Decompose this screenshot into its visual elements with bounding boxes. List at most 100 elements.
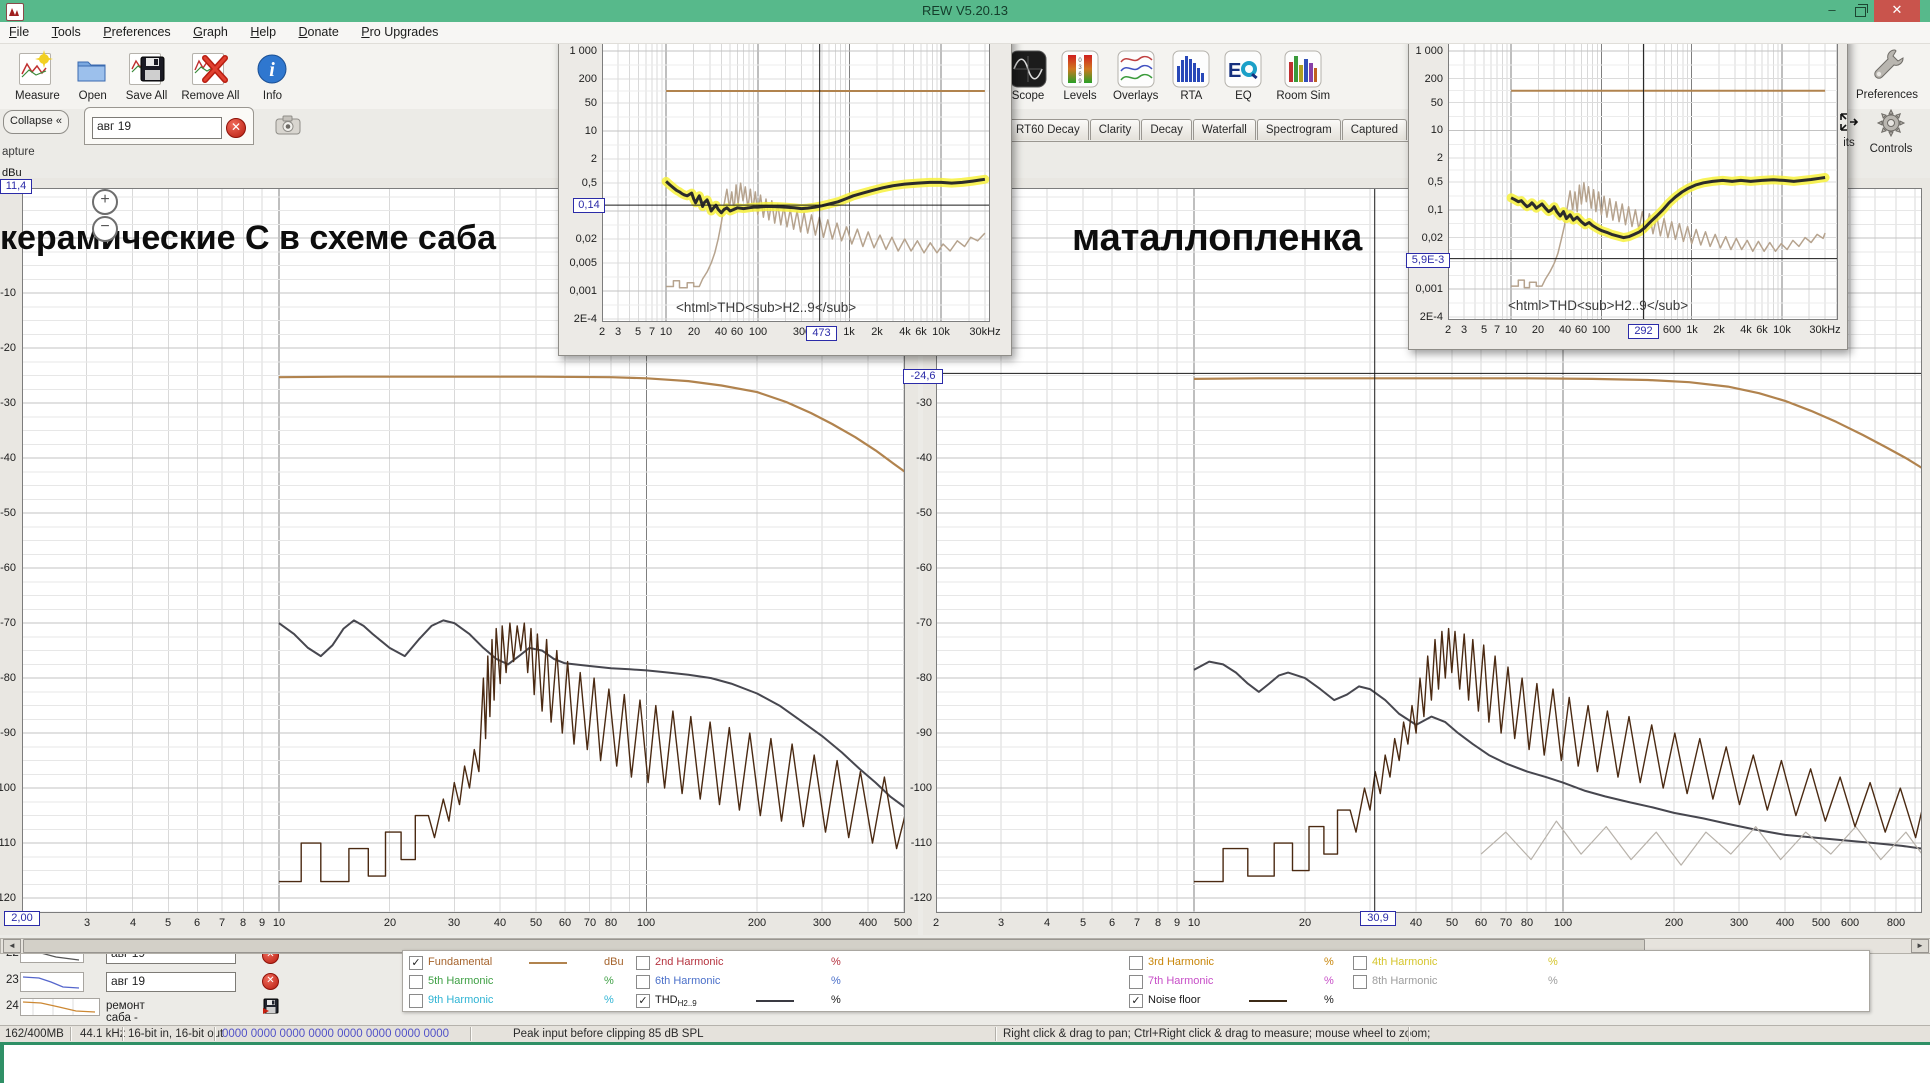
measurement-thumbnail bbox=[20, 998, 100, 1016]
rta-button[interactable]: RTA bbox=[1172, 50, 1210, 102]
x-tick-label: 300 bbox=[1730, 917, 1748, 929]
thd-checkbox[interactable]: ✓ bbox=[636, 994, 650, 1008]
5th-harmonic-checkbox[interactable] bbox=[409, 975, 423, 989]
limits-button[interactable]: its bbox=[1838, 112, 1860, 149]
room-sim-button[interactable]: Room Sim bbox=[1276, 50, 1330, 102]
menu-donate[interactable]: Donate bbox=[299, 25, 339, 39]
fundamental-checkbox[interactable]: ✓ bbox=[409, 956, 423, 970]
limits-label: its bbox=[1838, 137, 1860, 149]
rta-icon bbox=[1172, 50, 1210, 88]
x-tick-label: 8 bbox=[1155, 917, 1161, 929]
toolbar-left: Measure Open Save All Remove All i Info bbox=[8, 46, 298, 102]
open-button[interactable]: Open bbox=[74, 50, 112, 102]
y-tick-label: -60 bbox=[916, 562, 932, 574]
x-tick-label: 1k bbox=[843, 326, 855, 338]
controls-button[interactable]: Controls bbox=[1862, 108, 1920, 155]
controls-label: Controls bbox=[1862, 143, 1920, 155]
info-button[interactable]: i Info bbox=[253, 50, 291, 102]
menu-file[interactable]: File bbox=[9, 25, 29, 39]
menu-help[interactable]: Help bbox=[250, 25, 276, 39]
2nd-harmonic-checkbox[interactable] bbox=[636, 956, 650, 970]
window-title: REW V5.20.13 bbox=[0, 3, 1930, 18]
measurement-name-input[interactable]: авг 19 bbox=[92, 117, 222, 139]
measurement-number: 23 bbox=[6, 974, 19, 986]
x-tick-label: 6 bbox=[1109, 917, 1115, 929]
measure-button[interactable]: Measure bbox=[15, 50, 60, 102]
thd-right-y-cursor-readout: 5,9E-3 bbox=[1406, 253, 1450, 268]
scope-button[interactable]: Scope bbox=[1009, 50, 1047, 102]
legend-line-sample bbox=[756, 1000, 794, 1002]
scroll-left-button[interactable]: ◄ bbox=[3, 939, 21, 953]
thd-right-plot[interactable] bbox=[1448, 42, 1838, 320]
x-tick-label: 10k bbox=[932, 326, 950, 338]
y-tick-label: -30 bbox=[916, 397, 932, 409]
6th-harmonic-checkbox[interactable] bbox=[636, 975, 650, 989]
menu-graph[interactable]: Graph bbox=[193, 25, 228, 39]
y-tick-label: -60 bbox=[0, 562, 16, 574]
minimize-button[interactable]: – bbox=[1818, 0, 1846, 22]
y-tick-label: 0,5 bbox=[1428, 176, 1443, 188]
gear-icon bbox=[1876, 108, 1906, 138]
x-tick-label: 20 bbox=[1532, 324, 1544, 336]
remove-all-button[interactable]: Remove All bbox=[181, 50, 239, 102]
y-tick-label: -50 bbox=[0, 507, 16, 519]
levels-button[interactable]: 0369 Levels bbox=[1061, 50, 1099, 102]
spl-left-x-axis: 34567891020304050607080100200300400500 bbox=[22, 917, 905, 931]
y-tick-label: 0,001 bbox=[569, 285, 597, 297]
preferences-button[interactable]: Preferences bbox=[1852, 46, 1922, 101]
scroll-right-button[interactable]: ► bbox=[1911, 939, 1929, 953]
x-tick-label: 500 bbox=[894, 917, 912, 929]
collapse-icon: « bbox=[56, 115, 62, 127]
y-tick-label: 0,005 bbox=[569, 257, 597, 269]
menu-pro-upgrades[interactable]: Pro Upgrades bbox=[361, 25, 438, 39]
y-tick-label: 1 000 bbox=[569, 45, 597, 57]
bottom-window-strip bbox=[0, 1042, 1930, 1083]
tab-spectrogram[interactable]: Spectrogram bbox=[1257, 119, 1341, 140]
zoom-out-button[interactable]: − bbox=[92, 216, 118, 242]
tab-captured[interactable]: Captured bbox=[1342, 119, 1407, 140]
y-tick-label: 50 bbox=[585, 97, 597, 109]
measure-icon bbox=[18, 50, 56, 88]
7th-harmonic-checkbox[interactable] bbox=[1129, 975, 1143, 989]
x-tick-label: 60 bbox=[1575, 324, 1587, 336]
x-tick-label: 10 bbox=[1505, 324, 1517, 336]
delete-measurement-button[interactable]: ✕ bbox=[262, 973, 279, 990]
thd-left-y-cursor-readout: 0,14 bbox=[573, 198, 605, 213]
save-measurement-button[interactable] bbox=[262, 998, 279, 1017]
eq-button[interactable]: E EQ bbox=[1224, 50, 1262, 102]
9th-harmonic-checkbox[interactable] bbox=[409, 994, 423, 1008]
memory-status: 162/400MB bbox=[5, 1028, 64, 1040]
tab-waterfall[interactable]: Waterfall bbox=[1193, 119, 1256, 140]
floppy-save-icon bbox=[262, 998, 279, 1014]
status-bar: 162/400MB 44.1 kHz 16-bit in, 16-bit out… bbox=[0, 1025, 1930, 1043]
measurement-number: 24 bbox=[6, 1000, 19, 1012]
overlays-button[interactable]: Overlays bbox=[1113, 50, 1158, 102]
y-tick-label: -120 bbox=[910, 892, 932, 904]
x-tick-label: 70 bbox=[584, 917, 596, 929]
menu-preferences[interactable]: Preferences bbox=[103, 25, 170, 39]
close-button[interactable]: ✕ bbox=[1874, 0, 1920, 22]
legend-3rd-harmonic: 3rd Harmonic % bbox=[1129, 955, 1355, 973]
thd-left-x-axis: 2357102040601003001k2k4k6k10k30kHz bbox=[602, 326, 990, 339]
svg-text:E: E bbox=[1228, 60, 1241, 82]
tab-clarity[interactable]: Clarity bbox=[1090, 119, 1141, 140]
8th-harmonic-checkbox[interactable] bbox=[1353, 975, 1367, 989]
collapse-button[interactable]: Collapse « bbox=[3, 110, 69, 134]
thd-right-x-cursor-readout: 292 bbox=[1628, 324, 1659, 339]
thd-left-plot[interactable] bbox=[602, 42, 990, 322]
delete-measurement-button[interactable]: ✕ bbox=[226, 118, 246, 138]
3rd-harmonic-checkbox[interactable] bbox=[1129, 956, 1143, 970]
zoom-in-button[interactable]: + bbox=[92, 189, 118, 215]
restore-button[interactable] bbox=[1846, 0, 1874, 22]
tab-decay[interactable]: Decay bbox=[1141, 119, 1192, 140]
tab-rt60-decay[interactable]: RT60 Decay bbox=[1007, 119, 1089, 140]
y-tick-label: -40 bbox=[916, 452, 932, 464]
measurement-name-input[interactable]: авг 19 bbox=[106, 972, 236, 992]
x-tick-label: 3 bbox=[1461, 324, 1467, 336]
y-tick-label: 0,5 bbox=[582, 177, 597, 189]
menu-tools[interactable]: Tools bbox=[52, 25, 81, 39]
save-all-button[interactable]: Save All bbox=[126, 50, 168, 102]
noise-floor-checkbox[interactable]: ✓ bbox=[1129, 994, 1143, 1008]
4th-harmonic-checkbox[interactable] bbox=[1353, 956, 1367, 970]
camera-capture-button[interactable] bbox=[275, 114, 301, 141]
